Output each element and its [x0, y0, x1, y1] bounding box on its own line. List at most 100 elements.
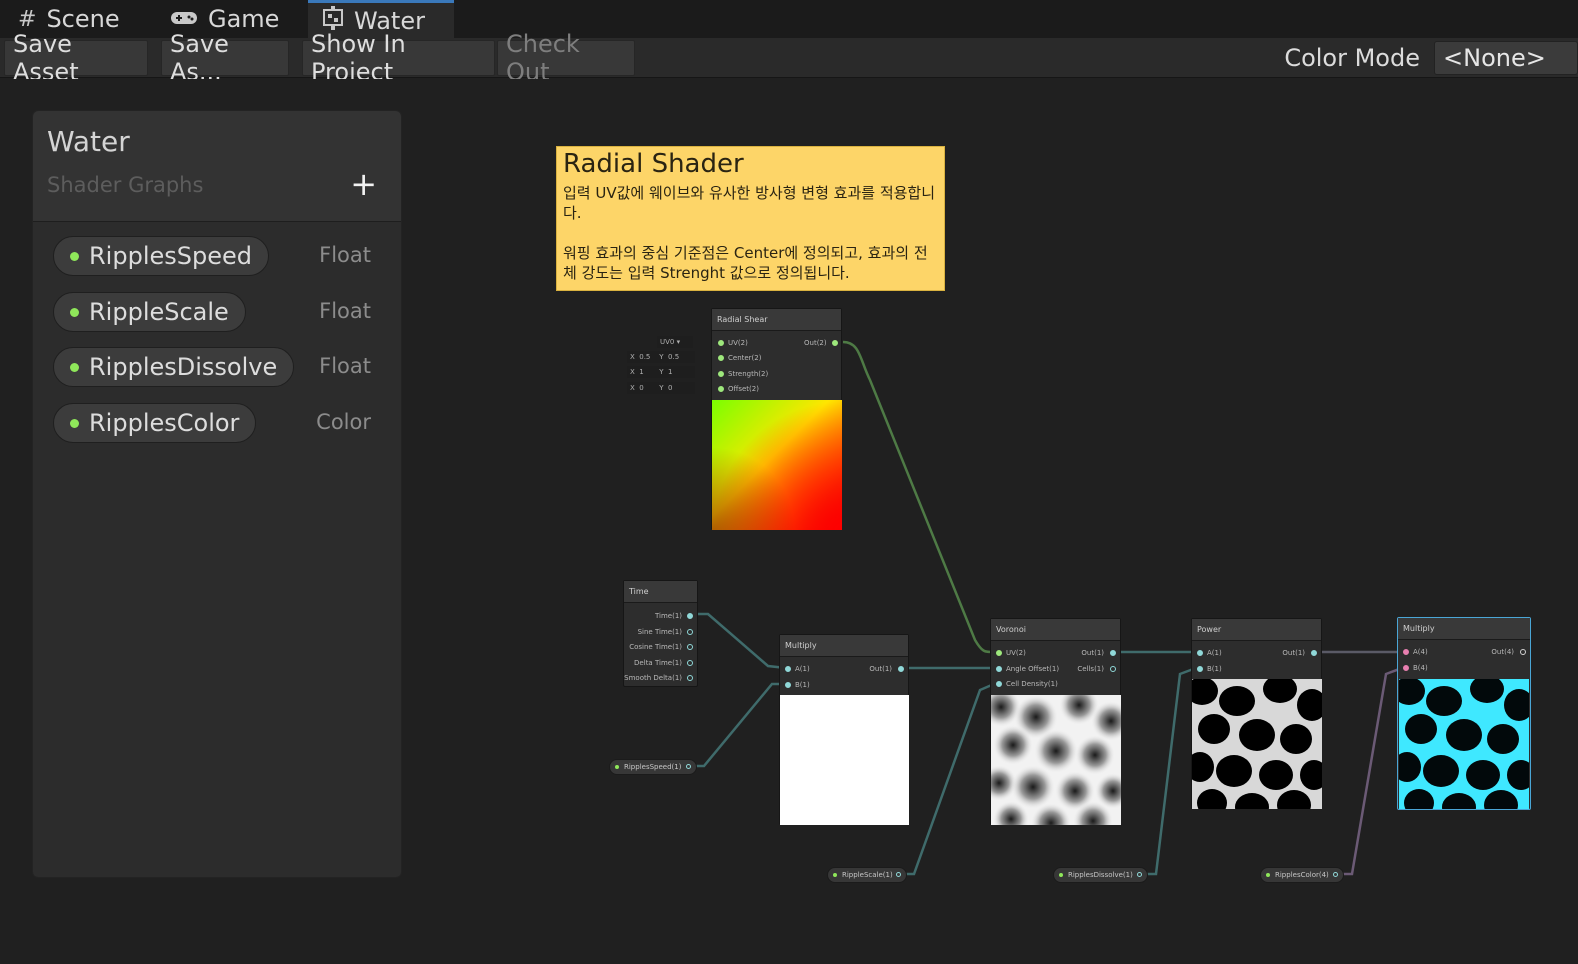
output-port-out[interactable] [898, 666, 904, 672]
port-label: Angle Offset(1) [1006, 665, 1060, 673]
offset-input-field[interactable]: X 0 Y 0 [627, 382, 695, 394]
property-ripple-scale[interactable]: RippleScale [53, 292, 246, 332]
input-port-angle-offset[interactable] [996, 666, 1002, 672]
ripples-color-property-node[interactable]: RipplesColor(4) [1260, 867, 1344, 883]
time-node[interactable]: Time Time(1) Sine Time(1) Cosine Time(1)… [623, 580, 698, 687]
input-port-cell-density[interactable] [996, 681, 1002, 687]
strength-input-field[interactable]: X 1 Y 1 [627, 366, 695, 378]
ripples-dissolve-property-node[interactable]: RipplesDissolve(1) [1053, 867, 1148, 883]
radial-shear-node[interactable]: Radial Shear UV(2) Center(2) Strength(2)… [711, 308, 842, 530]
property-name: RipplesColor [89, 409, 240, 437]
output-port-out[interactable] [1520, 649, 1526, 655]
center-input-field[interactable]: X 0.5 Y 0.5 [627, 351, 695, 363]
port-label: Out(1) [1282, 649, 1305, 657]
wire-speed-to-multiply [693, 682, 786, 768]
voronoi-preview [991, 695, 1121, 825]
port-label: UV(2) [1006, 649, 1026, 657]
property-name: RipplesSpeed [89, 242, 252, 270]
port-label: Out(1) [1081, 649, 1104, 657]
input-port-b[interactable] [1403, 665, 1409, 671]
node-title: Multiply [780, 635, 908, 657]
output-port-delta[interactable] [687, 660, 693, 666]
wire-scale-to-voronoi [902, 682, 995, 876]
node-title: Voronoi [991, 619, 1120, 641]
property-dot-icon [1059, 873, 1063, 877]
port-label: Cosine Time(1) [629, 643, 682, 651]
property-dot-icon [615, 765, 619, 769]
property-ripples-speed[interactable]: RipplesSpeed [53, 236, 269, 276]
property-type: Float [319, 354, 371, 378]
wire-color-to-multiply2 [1340, 666, 1403, 876]
property-node-label: RipplesColor(4) [1275, 871, 1329, 879]
sticky-title: Radial Shader [563, 149, 744, 179]
output-port-out[interactable] [832, 340, 838, 346]
output-port-smooth-delta[interactable] [687, 675, 693, 681]
property-node-label: RipplesDissolve(1) [1068, 871, 1133, 879]
output-port-time[interactable] [687, 613, 693, 619]
input-port-offset[interactable] [718, 386, 724, 392]
input-port-strength[interactable] [718, 371, 724, 377]
strength-x-value: 1 [639, 368, 644, 376]
property-type: Float [319, 243, 371, 267]
output-port-sine[interactable] [687, 629, 693, 635]
blackboard-panel[interactable]: Water Shader Graphs + RipplesSpeed Float… [32, 110, 402, 878]
sticky-note[interactable]: Radial Shader 입력 UV값에 웨이브와 유사한 방사형 변형 효과… [556, 146, 945, 291]
node-title: Radial Shear [712, 309, 841, 331]
radial-shear-preview [712, 400, 842, 530]
blackboard-header: Water Shader Graphs + [33, 111, 401, 222]
strength-y-value: 1 [668, 368, 673, 376]
input-port-a[interactable] [785, 666, 791, 672]
input-port-uv[interactable] [996, 650, 1002, 656]
port-label: Smooth Delta(1) [624, 674, 682, 682]
x-label: X [630, 384, 635, 392]
ripple-scale-property-node[interactable]: RippleScale(1) [827, 867, 907, 883]
shader-graph-window: # Scene Game Water Save Asset Save As...… [0, 0, 1578, 964]
property-type: Color [316, 410, 371, 434]
output-port-out[interactable] [1311, 650, 1317, 656]
input-port-a[interactable] [1403, 649, 1409, 655]
input-port-uv[interactable] [718, 340, 724, 346]
uv-channel-dropdown[interactable]: UV0 ▾ [657, 336, 693, 348]
property-ripples-color[interactable]: RipplesColor [53, 403, 257, 443]
blackboard-title: Water [47, 125, 130, 158]
output-port[interactable] [1333, 872, 1338, 877]
node-title: Time [624, 581, 697, 603]
port-label: Cell Density(1) [1006, 680, 1058, 688]
output-port-out[interactable] [1110, 650, 1116, 656]
multiply-color-node[interactable]: Multiply A(4) B(4) Out(4) [1397, 617, 1531, 810]
property-dot-icon [1266, 873, 1270, 877]
add-property-button[interactable]: + [350, 165, 377, 203]
input-port-b[interactable] [785, 682, 791, 688]
offset-y-value: 0 [668, 384, 673, 392]
y-label: Y [659, 368, 664, 376]
multiply-color-preview [1399, 679, 1529, 809]
power-node[interactable]: Power A(1) B(1) Out(1) [1191, 618, 1322, 809]
sticky-body: 입력 UV값에 웨이브와 유사한 방사형 변형 효과를 적용합니다. 워핑 효과… [563, 184, 936, 282]
property-ripples-dissolve[interactable]: RipplesDissolve [53, 347, 295, 387]
output-port[interactable] [1137, 872, 1142, 877]
property-name: RipplesDissolve [89, 353, 278, 381]
center-y-value: 0.5 [668, 353, 680, 361]
node-title: Multiply [1398, 618, 1530, 640]
output-port[interactable] [896, 872, 901, 877]
voronoi-node[interactable]: Voronoi UV(2) Angle Offset(1) Cell Densi… [990, 618, 1121, 825]
property-node-label: RipplesSpeed(1) [624, 763, 682, 771]
wire-radial-to-voronoi [842, 340, 993, 654]
property-dot-icon [70, 307, 79, 317]
output-port[interactable] [686, 764, 691, 769]
port-label: Strength(2) [728, 370, 769, 378]
property-dot-icon [833, 873, 837, 877]
ripples-speed-property-node[interactable]: RipplesSpeed(1) [609, 759, 697, 775]
output-port-cells[interactable] [1110, 666, 1116, 672]
output-port-cosine[interactable] [687, 644, 693, 650]
multiply-node[interactable]: Multiply A(1) B(1) Out(1) [779, 634, 909, 825]
node-title: Power [1192, 619, 1321, 641]
power-preview [1192, 679, 1322, 809]
input-port-b[interactable] [1197, 666, 1203, 672]
input-port-center[interactable] [718, 355, 724, 361]
port-label: A(1) [795, 665, 810, 673]
port-label: Out(4) [1491, 648, 1514, 656]
port-label: Sine Time(1) [637, 628, 682, 636]
input-port-a[interactable] [1197, 650, 1203, 656]
port-label: B(1) [1207, 665, 1222, 673]
